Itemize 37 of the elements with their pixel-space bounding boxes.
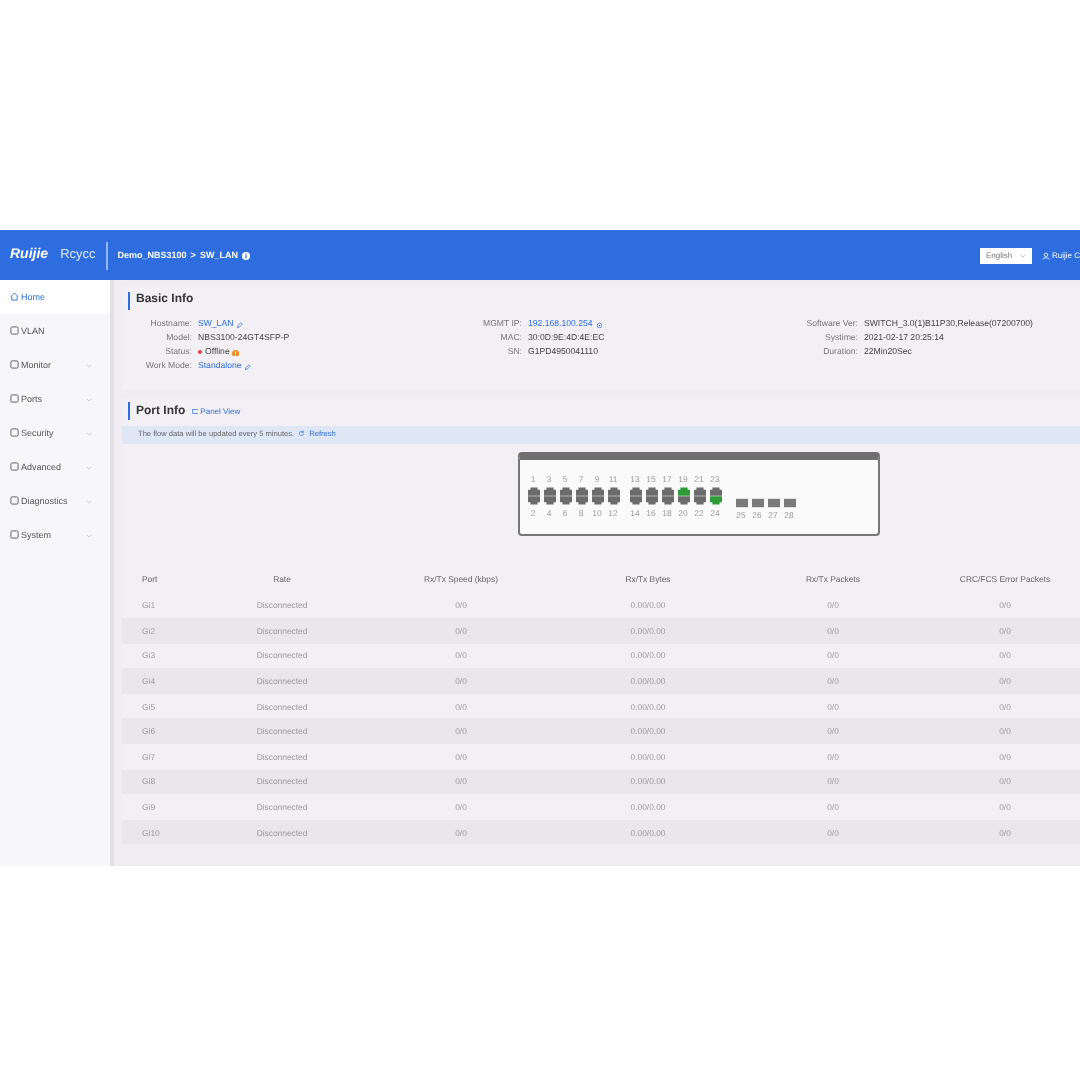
user-icon[interactable] <box>1041 251 1050 259</box>
port-icon[interactable] <box>645 496 657 507</box>
port-icon[interactable] <box>661 485 673 496</box>
port-icon[interactable] <box>575 496 587 507</box>
port-icon[interactable] <box>591 496 603 507</box>
port-icon[interactable] <box>677 496 689 507</box>
port-icon[interactable] <box>559 496 571 507</box>
port-icon[interactable] <box>527 496 539 507</box>
square-icon <box>10 360 19 370</box>
square-icon <box>10 462 19 472</box>
port-icon[interactable] <box>559 485 571 496</box>
port-icon[interactable] <box>575 485 587 496</box>
port-icon[interactable] <box>629 496 641 507</box>
port-icon[interactable] <box>591 485 603 496</box>
square-icon <box>10 394 19 404</box>
panel-icon[interactable] <box>191 407 199 415</box>
port-icon[interactable] <box>693 485 705 496</box>
square-icon <box>10 496 19 506</box>
square-icon <box>10 530 19 540</box>
port-icon[interactable] <box>661 496 673 507</box>
port-icon[interactable] <box>677 485 689 496</box>
port-icon[interactable] <box>543 485 555 496</box>
square-icon <box>10 326 19 336</box>
info-icon[interactable] <box>241 251 250 259</box>
port-icon[interactable] <box>527 485 539 496</box>
port-icon[interactable] <box>645 485 657 496</box>
square-icon <box>10 428 19 438</box>
port-icon[interactable] <box>543 496 555 507</box>
warning-icon <box>232 349 240 356</box>
port-icon[interactable] <box>629 485 641 496</box>
house-icon <box>10 292 19 302</box>
port-icon[interactable] <box>693 496 705 507</box>
port-icon[interactable] <box>607 496 619 507</box>
port-icon[interactable] <box>709 496 721 507</box>
caret-icon <box>1019 253 1026 257</box>
port-icon[interactable] <box>709 485 721 496</box>
port-icon[interactable] <box>607 485 619 496</box>
